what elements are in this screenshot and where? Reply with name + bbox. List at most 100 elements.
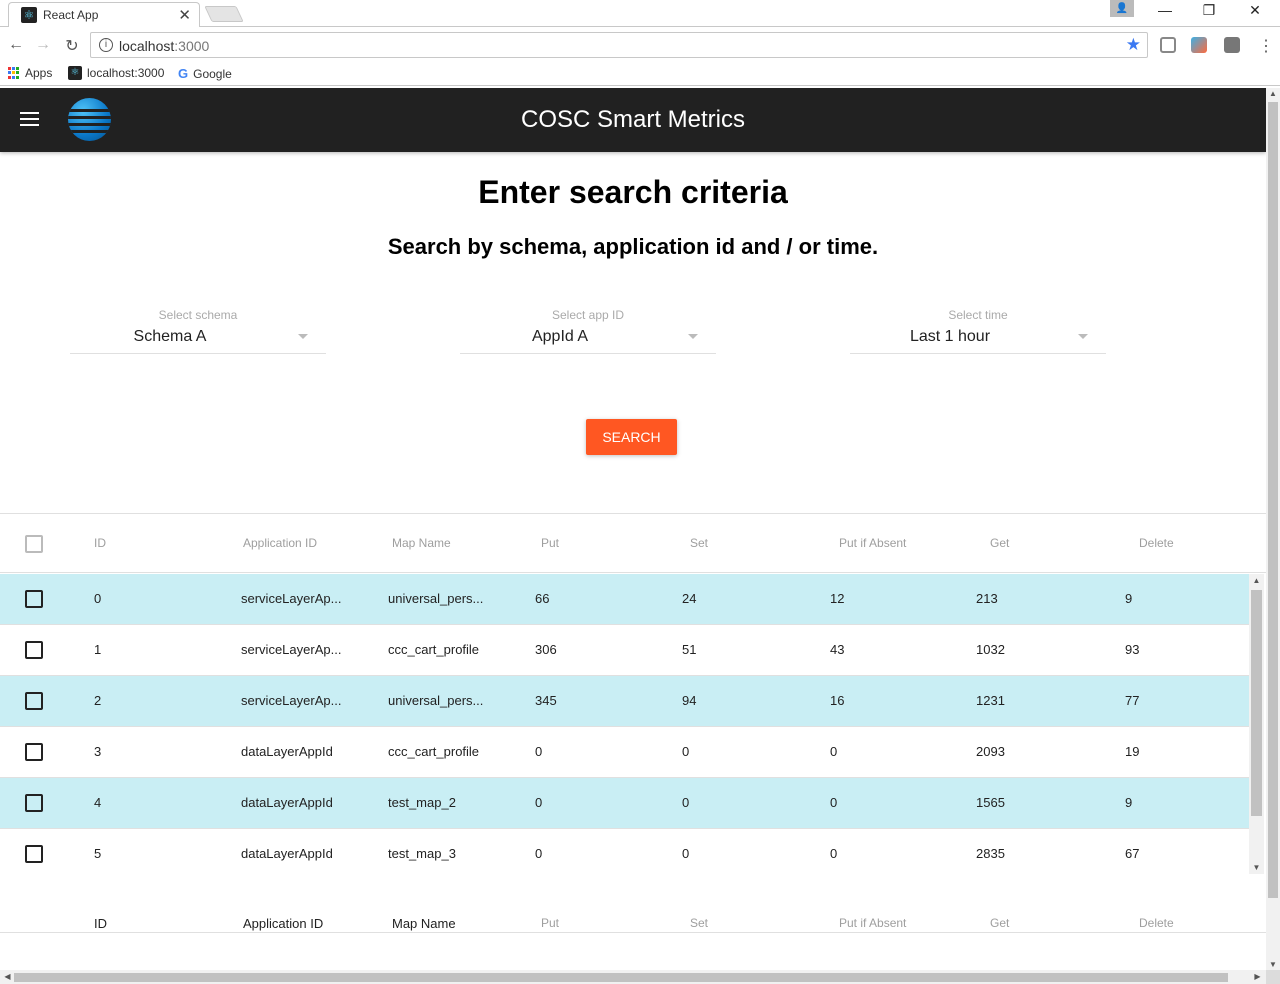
row-checkbox[interactable]	[25, 590, 43, 608]
extension-icon[interactable]	[1191, 37, 1207, 53]
scroll-up-icon[interactable]: ▲	[1249, 576, 1264, 585]
column-header-delete[interactable]: Delete	[1139, 536, 1174, 550]
extension-icon[interactable]	[1160, 37, 1176, 53]
bookmark-localhost[interactable]: ⚛ localhost:3000	[68, 66, 164, 80]
cell-get: 1231	[976, 693, 1005, 708]
bookmark-label: Apps	[25, 66, 53, 80]
footer-set: Set	[690, 916, 709, 930]
table-body: 0 serviceLayerAp... universal_pers... 66 24 1…	[0, 574, 1249, 874]
footer-delete: Delete	[1139, 916, 1174, 930]
cell-put: 66	[535, 591, 550, 606]
cell-put-if-absent: 0	[830, 744, 838, 759]
cell-set: 51	[682, 642, 697, 657]
table-scrollbar[interactable]: ▲ ▼	[1249, 574, 1264, 874]
row-checkbox[interactable]	[25, 845, 43, 863]
cell-delete: 67	[1125, 846, 1140, 861]
app-title: COSC Smart Metrics	[520, 106, 745, 133]
column-header-set[interactable]: Set	[690, 536, 708, 550]
react-icon: ⚛	[68, 66, 82, 80]
scroll-right-icon[interactable]: ▶	[1250, 972, 1265, 981]
browser-tab[interactable]: ⚛ React App ✕	[8, 2, 200, 27]
cell-application-id: serviceLayerAp...	[241, 693, 342, 708]
scroll-up-icon[interactable]: ▲	[1266, 89, 1280, 98]
close-tab-icon[interactable]: ✕	[178, 6, 191, 24]
scroll-left-icon[interactable]: ◀	[0, 972, 15, 981]
column-header-put-if-absent[interactable]: Put if Absent	[839, 536, 906, 550]
extension-icon[interactable]	[1224, 37, 1240, 53]
row-checkbox[interactable]	[25, 692, 43, 710]
table-row[interactable]: 3 dataLayerAppId ccc_cart_profile 0 0 0 2093 19	[0, 727, 1249, 778]
minimize-icon[interactable]: —	[1150, 2, 1180, 18]
forward-icon[interactable]: →	[33, 36, 53, 54]
table-row[interactable]: 0 serviceLayerAp... universal_pers... 66 24 1…	[0, 574, 1249, 625]
cell-id: 5	[94, 846, 102, 861]
cell-get: 1032	[976, 642, 1005, 657]
row-checkbox[interactable]	[25, 641, 43, 659]
cell-application-id: serviceLayerAp...	[241, 642, 342, 657]
column-header-map-name[interactable]: Map Name	[392, 536, 451, 550]
table-row[interactable]: 1 serviceLayerAp... ccc_cart_profile 306 51 4…	[0, 625, 1249, 676]
table-row[interactable]: 5 dataLayerAppId test_map_3 0 0 0 2835 67	[0, 829, 1249, 874]
row-checkbox[interactable]	[25, 743, 43, 761]
profile-icon[interactable]: 👤	[1110, 0, 1134, 17]
browser-toolbar: ← → ↻ i localhost:3000 ★ ⋮	[0, 28, 1280, 62]
cell-id: 3	[94, 744, 102, 759]
footer-put: Put	[541, 916, 560, 930]
close-window-icon[interactable]: ✕	[1240, 2, 1270, 19]
scrollbar-thumb[interactable]	[1268, 102, 1278, 898]
cell-delete: 9	[1125, 591, 1133, 606]
scrollbar-thumb[interactable]	[14, 973, 1228, 982]
cell-map-name: universal_pers...	[388, 693, 484, 708]
column-header-put[interactable]: Put	[541, 536, 559, 550]
bookmark-google[interactable]: G Google	[178, 66, 232, 81]
metrics-table: ID Application ID Map Name Put Set Put i…	[0, 513, 1266, 970]
table-row[interactable]: 2 serviceLayerAp... universal_pers... 345 94…	[0, 676, 1249, 727]
row-checkbox[interactable]	[25, 794, 43, 812]
dropdown-caret-icon	[1078, 334, 1088, 339]
cell-application-id: dataLayerAppId	[241, 795, 333, 810]
kebab-menu-icon[interactable]: ⋮	[1256, 36, 1276, 56]
restore-icon[interactable]: ❐	[1194, 2, 1224, 19]
react-icon: ⚛	[21, 7, 37, 23]
bookmark-star-icon[interactable]: ★	[1126, 35, 1141, 55]
scroll-down-icon[interactable]: ▼	[1266, 960, 1280, 969]
dropdown-caret-icon	[298, 334, 308, 339]
select-all-checkbox[interactable]	[25, 535, 43, 553]
page-vertical-scrollbar[interactable]: ▲ ▼	[1266, 88, 1280, 970]
reload-icon[interactable]: ↻	[62, 36, 82, 56]
table-row[interactable]: 4 dataLayerAppId test_map_2 0 0 0 1565 9	[0, 778, 1249, 829]
cell-set: 24	[682, 591, 697, 606]
select-label: Select schema	[158, 308, 238, 322]
cell-put-if-absent: 0	[830, 795, 838, 810]
footer-application-id: Application ID	[243, 916, 324, 931]
column-header-id[interactable]: ID	[94, 536, 106, 550]
time-select[interactable]: Select time Last 1 hour	[850, 308, 1106, 354]
search-button[interactable]: SEARCH	[586, 419, 677, 455]
cell-put-if-absent: 43	[830, 642, 845, 657]
cell-application-id: serviceLayerAp...	[241, 591, 342, 606]
cell-delete: 19	[1125, 744, 1140, 759]
scroll-down-icon[interactable]: ▼	[1249, 863, 1264, 872]
cell-put-if-absent: 16	[830, 693, 845, 708]
info-icon[interactable]: i	[99, 38, 113, 52]
cell-get: 2835	[976, 846, 1005, 861]
scrollbar-thumb[interactable]	[1251, 590, 1262, 816]
app-id-select[interactable]: Select app ID AppId A	[460, 308, 716, 354]
address-bar[interactable]: i localhost:3000 ★	[90, 32, 1148, 58]
new-tab-button[interactable]	[204, 6, 244, 22]
page-title: Enter search criteria	[478, 174, 788, 210]
bookmark-apps[interactable]: Apps	[8, 66, 52, 80]
cell-put: 0	[535, 795, 543, 810]
cell-get: 213	[976, 591, 998, 606]
tab-title: React App	[43, 8, 99, 22]
footer-get: Get	[990, 916, 1010, 930]
back-icon[interactable]: ←	[6, 36, 26, 54]
page-horizontal-scrollbar[interactable]: ◀ ▶	[0, 970, 1266, 984]
schema-select[interactable]: Select schema Schema A	[70, 308, 326, 354]
footer-id: ID	[94, 916, 107, 931]
cell-get: 2093	[976, 744, 1005, 759]
column-header-get[interactable]: Get	[990, 536, 1009, 550]
bookmark-label: localhost:3000	[87, 66, 165, 80]
cell-put-if-absent: 12	[830, 591, 845, 606]
column-header-application-id[interactable]: Application ID	[243, 536, 317, 550]
